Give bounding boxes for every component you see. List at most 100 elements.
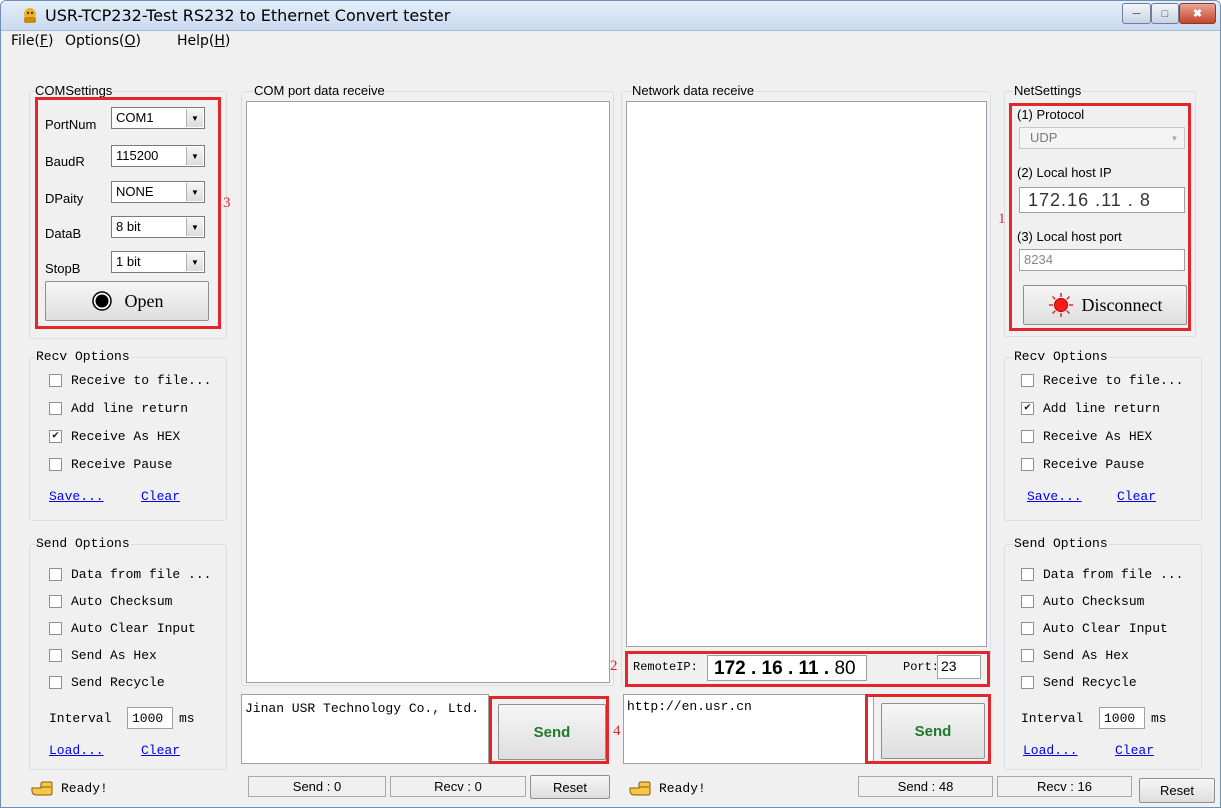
checkbox-unchecked-icon[interactable] xyxy=(1021,595,1034,608)
menu-options-close: ) xyxy=(135,33,141,49)
option-checkbox-row[interactable]: Receive As HEX xyxy=(1021,429,1152,444)
option-checkbox-row[interactable]: Add line return xyxy=(49,401,188,416)
pointing-hand-icon xyxy=(629,781,651,796)
annotation-box-3 xyxy=(35,97,221,329)
checkbox-unchecked-icon[interactable] xyxy=(49,402,62,415)
left-send-clear-link[interactable]: Clear xyxy=(141,743,180,758)
left-recv-options-legend: Recv Options xyxy=(35,349,131,364)
left-interval-value: 1000 xyxy=(132,711,164,726)
option-checkbox-label: Auto Clear Input xyxy=(1043,621,1168,636)
net-receive-textarea[interactable] xyxy=(626,101,987,647)
menu-file-hotkey: F xyxy=(39,33,48,49)
net-receive-legend: Network data receive xyxy=(631,83,756,98)
checkbox-checked-icon[interactable]: ✔ xyxy=(1021,402,1034,415)
right-recv-options-legend: Recv Options xyxy=(1013,349,1109,364)
option-checkbox-row[interactable]: Receive Pause xyxy=(1021,457,1144,472)
checkbox-unchecked-icon[interactable] xyxy=(1021,458,1034,471)
checkbox-unchecked-icon[interactable] xyxy=(49,676,62,689)
menu-file-label: File( xyxy=(11,33,40,49)
left-send-load-link[interactable]: Load... xyxy=(49,743,104,758)
option-checkbox-label: Receive to file... xyxy=(1043,373,1184,388)
checkbox-unchecked-icon[interactable] xyxy=(1021,622,1034,635)
title-bar[interactable]: USR-TCP232-Test RS232 to Ethernet Conver… xyxy=(1,1,1220,31)
checkbox-unchecked-icon[interactable] xyxy=(49,595,62,608)
option-checkbox-row[interactable]: Data from file ... xyxy=(49,567,211,582)
left-recv-save-link[interactable]: Save... xyxy=(49,489,104,504)
option-checkbox-row[interactable]: Send As Hex xyxy=(49,648,157,663)
menu-options[interactable]: Options(O) xyxy=(65,33,141,49)
left-recv-clear-link[interactable]: Clear xyxy=(141,489,180,504)
left-status-text: Ready! xyxy=(61,780,108,796)
checkbox-unchecked-icon[interactable] xyxy=(49,649,62,662)
option-checkbox-row[interactable]: Data from file ... xyxy=(1021,567,1183,582)
right-interval-label: Interval xyxy=(1021,711,1084,726)
com-send-text: Jinan USR Technology Co., Ltd. xyxy=(245,701,480,716)
window-title: USR-TCP232-Test RS232 to Ethernet Conver… xyxy=(45,6,451,25)
left-interval-unit: ms xyxy=(179,711,195,726)
minimize-button[interactable]: ─ xyxy=(1122,3,1151,24)
menu-help[interactable]: Help(H) xyxy=(177,33,230,49)
minimize-icon: ─ xyxy=(1132,7,1141,20)
com-send-textarea[interactable]: Jinan USR Technology Co., Ltd. xyxy=(241,694,489,764)
option-checkbox-row[interactable]: Auto Clear Input xyxy=(1021,621,1168,636)
right-interval-input[interactable]: 1000 xyxy=(1099,707,1145,729)
checkbox-unchecked-icon[interactable] xyxy=(1021,430,1034,443)
option-checkbox-row[interactable]: Receive to file... xyxy=(49,373,211,388)
annotation-box-2 xyxy=(625,651,990,687)
app-window: USR-TCP232-Test RS232 to Ethernet Conver… xyxy=(0,0,1221,808)
option-checkbox-label: Auto Checksum xyxy=(1043,594,1145,609)
menu-help-label: Help( xyxy=(177,33,215,49)
annotation-number-3: 3 xyxy=(223,195,231,211)
checkbox-unchecked-icon[interactable] xyxy=(49,374,62,387)
left-interval-input[interactable]: 1000 xyxy=(127,707,173,729)
checkbox-unchecked-icon[interactable] xyxy=(1021,568,1034,581)
net-send-count: Send : 48 xyxy=(858,776,993,797)
close-button[interactable]: ✖ xyxy=(1179,3,1216,24)
option-checkbox-row[interactable]: ✔ Receive As HEX xyxy=(49,429,180,444)
annotation-box-4 xyxy=(489,696,609,764)
option-checkbox-label: Add line return xyxy=(1043,401,1161,416)
option-checkbox-row[interactable]: Receive to file... xyxy=(1021,373,1183,388)
right-send-clear-link[interactable]: Clear xyxy=(1115,743,1154,758)
com-send-count: Send : 0 xyxy=(248,776,386,797)
right-status-text: Ready! xyxy=(659,780,706,796)
close-icon: ✖ xyxy=(1192,8,1203,20)
option-checkbox-label: Receive Pause xyxy=(1043,457,1145,472)
option-checkbox-row[interactable]: Auto Checksum xyxy=(1021,594,1144,609)
option-checkbox-label: Auto Checksum xyxy=(71,594,173,609)
checkbox-unchecked-icon[interactable] xyxy=(1021,374,1034,387)
option-checkbox-row[interactable]: ✔ Add line return xyxy=(1021,401,1160,416)
net-send-textarea[interactable]: http://en.usr.cn xyxy=(623,694,874,764)
right-recv-save-link[interactable]: Save... xyxy=(1027,489,1082,504)
checkbox-unchecked-icon[interactable] xyxy=(49,568,62,581)
app-logo-icon xyxy=(24,8,36,23)
option-checkbox-label: Add line return xyxy=(71,401,189,416)
option-checkbox-row[interactable]: Auto Clear Input xyxy=(49,621,196,636)
checkbox-unchecked-icon[interactable] xyxy=(1021,676,1034,689)
option-checkbox-row[interactable]: Send Recycle xyxy=(1021,675,1137,690)
option-checkbox-label: Data from file ... xyxy=(71,567,212,582)
right-recv-clear-link[interactable]: Clear xyxy=(1117,489,1156,504)
net-reset-button[interactable]: Reset xyxy=(1139,778,1215,803)
right-status: Ready! xyxy=(629,779,706,797)
checkbox-unchecked-icon[interactable] xyxy=(49,622,62,635)
option-checkbox-row[interactable]: Receive Pause xyxy=(49,457,172,472)
com-reset-button[interactable]: Reset xyxy=(530,775,610,799)
maximize-icon: □ xyxy=(1161,7,1169,20)
option-checkbox-label: Data from file ... xyxy=(1043,567,1184,582)
checkbox-unchecked-icon[interactable] xyxy=(49,458,62,471)
option-checkbox-row[interactable]: Send As Hex xyxy=(1021,648,1129,663)
right-send-options-legend: Send Options xyxy=(1013,536,1109,551)
option-checkbox-row[interactable]: Auto Checksum xyxy=(49,594,172,609)
checkbox-checked-icon[interactable]: ✔ xyxy=(49,430,62,443)
menu-file[interactable]: File(F) xyxy=(11,33,53,49)
checkbox-unchecked-icon[interactable] xyxy=(1021,649,1034,662)
right-interval-value: 1000 xyxy=(1104,711,1136,726)
option-checkbox-label: Send Recycle xyxy=(71,675,165,690)
maximize-button[interactable]: □ xyxy=(1151,3,1179,24)
right-send-load-link[interactable]: Load... xyxy=(1023,743,1078,758)
net-send-text: http://en.usr.cn xyxy=(627,699,752,714)
com-receive-textarea[interactable] xyxy=(246,101,610,683)
option-checkbox-row[interactable]: Send Recycle xyxy=(49,675,165,690)
option-checkbox-label: Receive Pause xyxy=(71,457,173,472)
